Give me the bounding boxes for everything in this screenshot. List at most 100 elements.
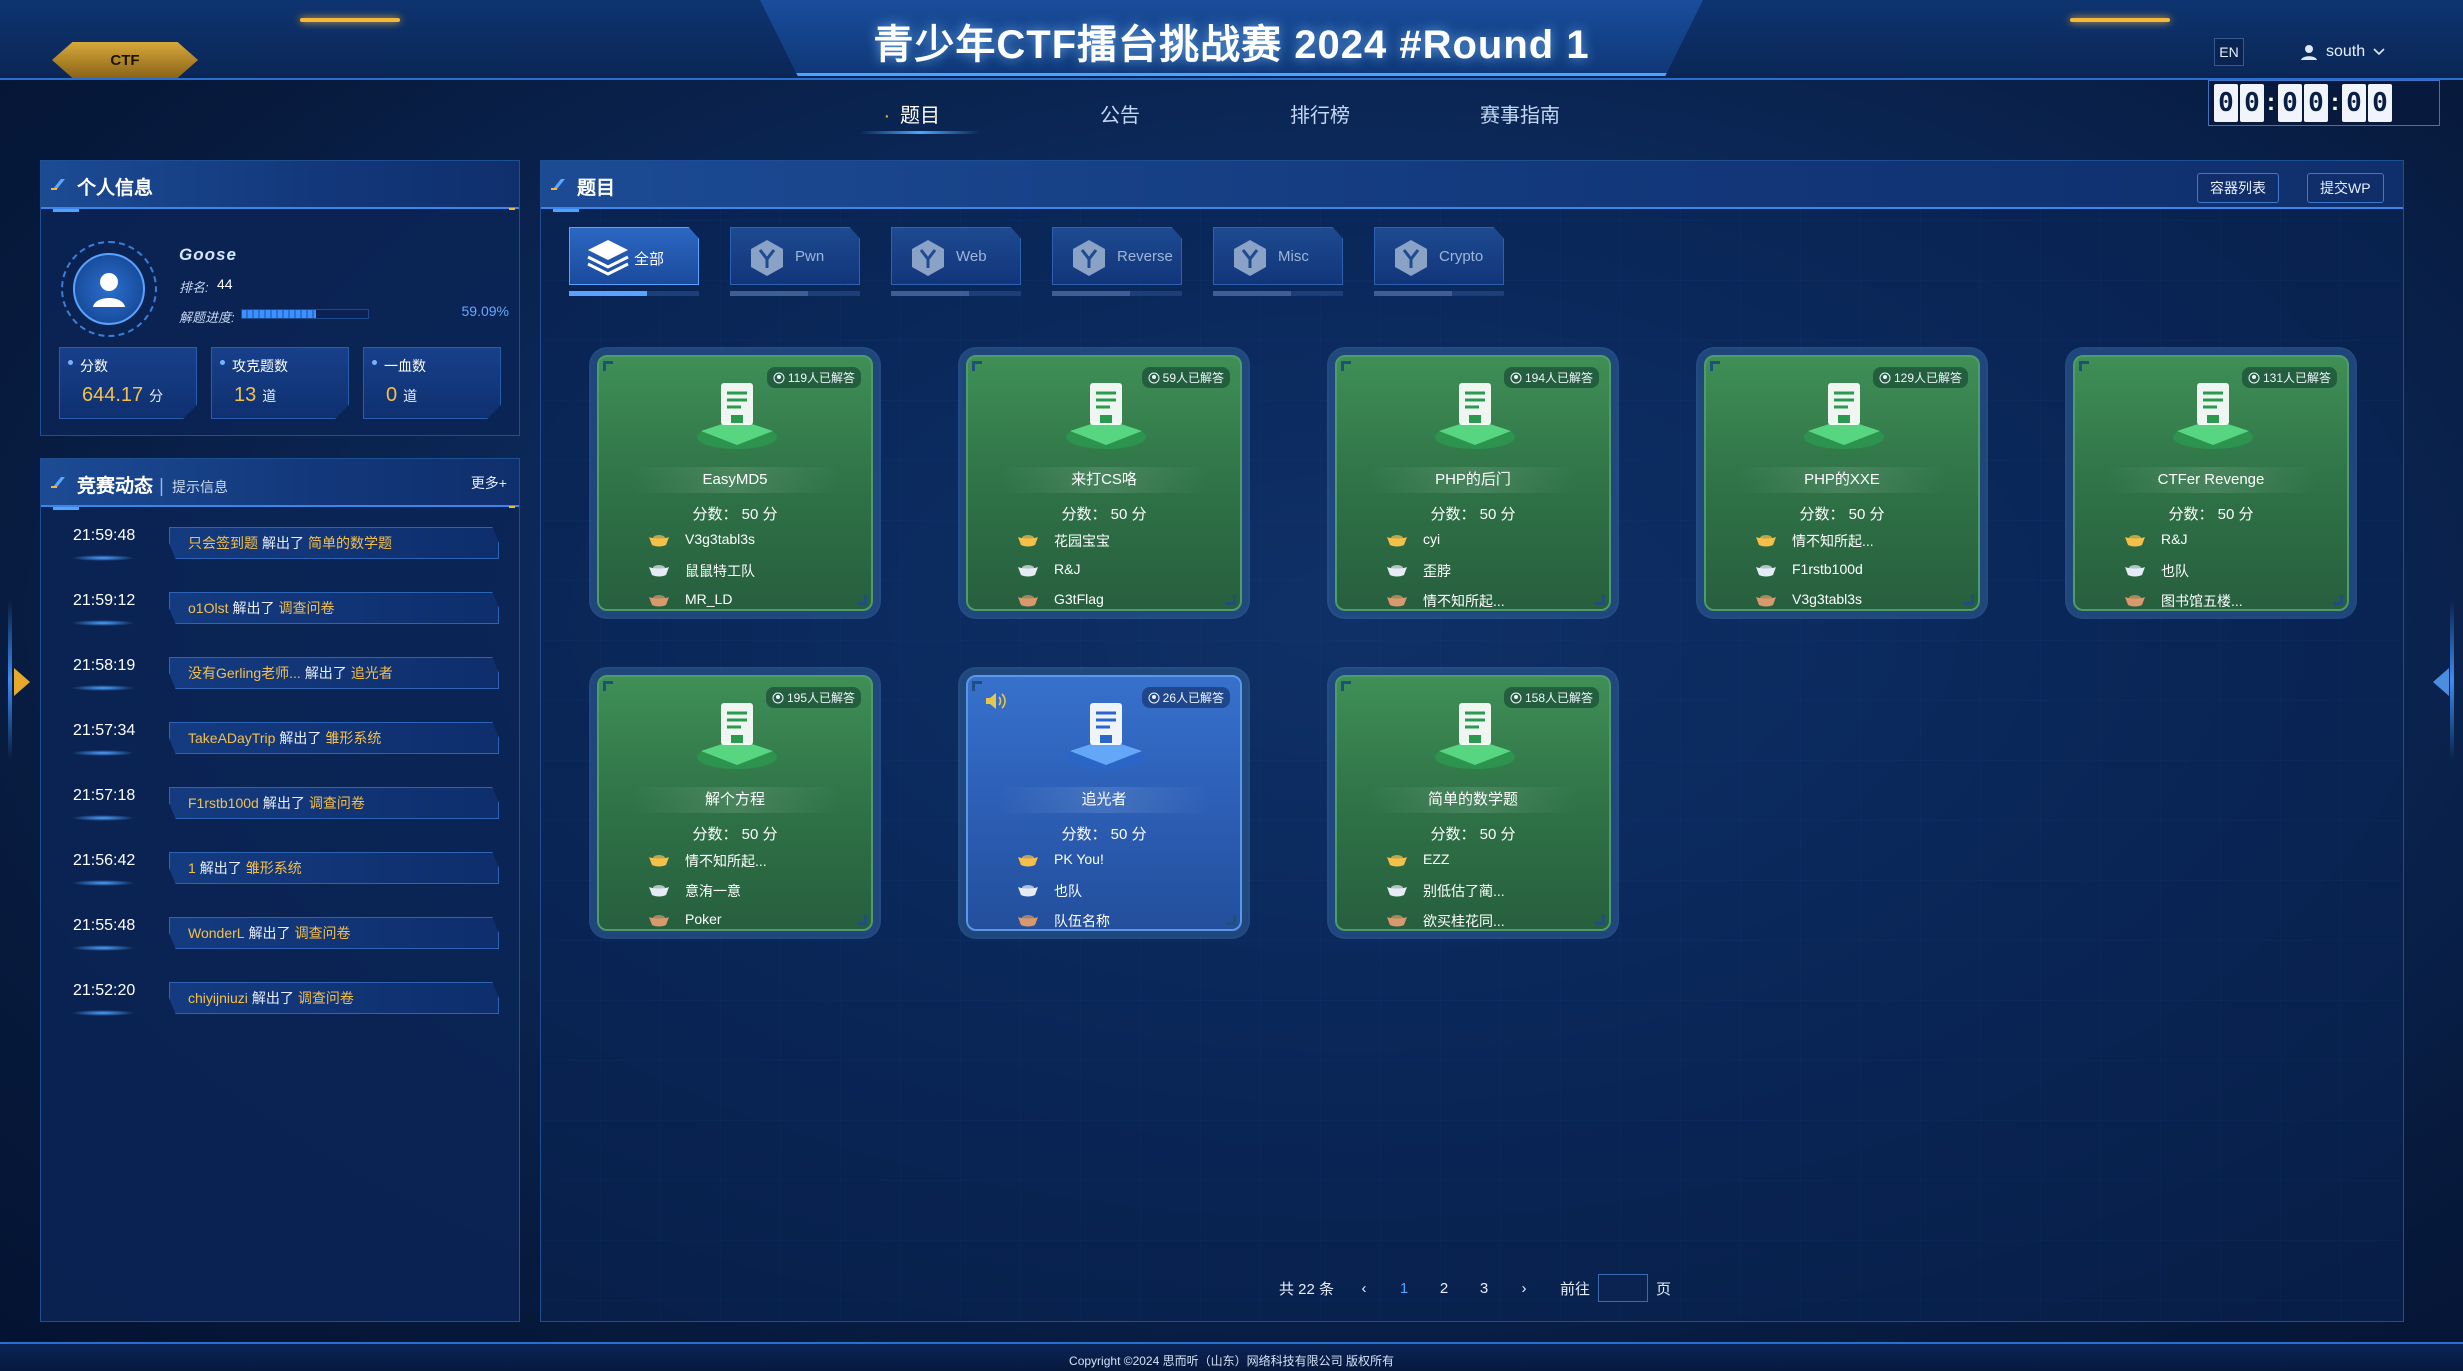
challenge-name: 简单的数学题 <box>1367 787 1579 813</box>
pagination-page[interactable]: 3 <box>1464 1280 1504 1297</box>
top-solver: PK You! <box>1054 851 1104 867</box>
category-hex-icon <box>912 240 944 276</box>
feed-team: 只会签到题 <box>188 535 258 551</box>
top-solver: 也队 <box>2161 563 2189 579</box>
feed-action: 解出了 <box>279 730 322 746</box>
submit-wp-button[interactable]: 提交WP <box>2307 173 2384 203</box>
challenge-card[interactable]: 194人已解答 PHP的后门 分数： 50 分 cyi 歪脖 情不知所起... <box>1335 355 1611 611</box>
pagination-total: 共 22 条 <box>1279 1280 1335 1298</box>
top-solver: V3g3tabl3s <box>1792 591 1863 607</box>
pagination-prev-button[interactable]: ‹ <box>1344 1280 1384 1297</box>
feed-message[interactable]: 没有Gerling老师... 解出了 追光者 <box>169 657 499 689</box>
timer-digit: 0 <box>2278 84 2302 122</box>
tab-reverse[interactable]: Reverse <box>1052 227 1182 285</box>
challenge-score: 分数： 50 分 <box>1430 826 1516 843</box>
top-solver: F1rstb100d <box>1792 561 1863 577</box>
silver-medal-icon <box>1756 565 1776 577</box>
challenge-card[interactable]: 131人已解答 CTFer Revenge 分数： 50 分 R&J 也队 图书馆五楼..… <box>2073 355 2349 611</box>
feed-message[interactable]: o1Olst 解出了 调查问卷 <box>169 592 499 624</box>
feed-message[interactable]: F1rstb100d 解出了 调查问卷 <box>169 787 499 819</box>
feed-time-underline <box>71 945 135 951</box>
stat-label: 攻克题数 <box>232 358 288 374</box>
tab-underline-fill <box>1213 291 1291 296</box>
card-corner <box>2079 361 2089 371</box>
feed-message[interactable]: 只会签到题 解出了 简单的数学题 <box>169 527 499 559</box>
feed-action: 解出了 <box>232 600 275 616</box>
category-hex-icon <box>751 240 783 276</box>
timer-digit: 0 <box>2240 84 2264 122</box>
stat-dot <box>68 360 73 365</box>
chevron-down-icon <box>2373 48 2385 56</box>
tab-pwn[interactable]: Pwn <box>730 227 860 285</box>
nav-tab-leaderboard[interactable]: 排行榜 <box>1220 96 1420 136</box>
nav-tab-announcements[interactable]: 公告 <box>1020 96 1220 136</box>
feed-message[interactable]: chiyijniuzi 解出了 调查问卷 <box>169 982 499 1014</box>
tab-all[interactable]: 全部 <box>569 227 699 285</box>
top-solver: 情不知所起... <box>1792 533 1874 549</box>
tab-label: Reverse <box>1117 248 1173 265</box>
feed-message[interactable]: 1 解出了 雏形系统 <box>169 852 499 884</box>
pagination-page[interactable]: 2 <box>1424 1280 1464 1297</box>
profile-panel-header: 个人信息 <box>41 161 519 212</box>
left-collapse-arrow-icon[interactable] <box>14 668 30 696</box>
challenge-name: CTFer Revenge <box>2105 467 2317 493</box>
tab-crypto[interactable]: Crypto <box>1374 227 1504 285</box>
main-nav: 题目 公告 排行榜 赛事指南 <box>820 96 1620 136</box>
feed-challenge: 雏形系统 <box>245 860 302 876</box>
pagination-goto-input[interactable] <box>1598 1274 1649 1302</box>
bronze-medal-icon <box>1387 595 1407 607</box>
category-hex-icon <box>1395 240 1427 276</box>
right-collapse-arrow-icon[interactable] <box>2433 668 2449 696</box>
silver-medal-icon <box>1387 885 1407 897</box>
timer-colon: : <box>2331 89 2339 116</box>
tab-misc[interactable]: Misc <box>1213 227 1343 285</box>
challenge-card[interactable]: 119人已解答 EasyMD5 分数： 50 分 V3g3tabl3s 鼠鼠特工队 MR_… <box>597 355 873 611</box>
speaker-icon[interactable] <box>984 691 1006 711</box>
progress-bar-fill <box>242 310 317 318</box>
feed-message[interactable]: WonderL 解出了 调查问卷 <box>169 917 499 949</box>
document-icon <box>1066 703 1146 769</box>
challenge-card[interactable]: 195人已解答 解个方程 分数： 50 分情不知所起... 意洧一意 Poker <box>597 675 873 931</box>
tab-underline-fill <box>891 291 969 296</box>
language-toggle-button[interactable]: EN <box>2214 38 2244 66</box>
solved-count: 26人已解答 <box>1162 691 1224 705</box>
document-icon <box>697 703 777 769</box>
container-list-button[interactable]: 容器列表 <box>2197 173 2279 203</box>
top-solver: MR_LD <box>685 591 733 607</box>
top-solver: 也队 <box>1054 883 1082 899</box>
challenge-name: PHP的XXE <box>1736 467 1948 493</box>
feed-action: 解出了 <box>251 990 294 1006</box>
ctf-logo[interactable]: CTF <box>52 42 198 78</box>
stat-number: 644.17 <box>82 384 144 406</box>
challenge-card[interactable]: 59人已解答 来打CS咯 分数： 50 分花园宝宝 R&J G3tFlag <box>966 355 1242 611</box>
challenge-card[interactable]: 129人已解答 PHP的XXE 分数： 50 分情不知所起... F1rstb100d… <box>1704 355 1980 611</box>
avatar[interactable] <box>61 241 157 337</box>
card-corner <box>603 681 613 691</box>
feed-item: 21:56:42 1 解出了 雏形系统 <box>41 852 519 912</box>
challenge-card[interactable]: 158人已解答 简单的数学题 分数： 50 分 EZZ 别低估了蔺... 欲买桂花同... <box>1335 675 1611 931</box>
feed-more-link[interactable]: 更多+ <box>471 473 507 493</box>
stat-unit: 分 <box>149 388 164 404</box>
pagination-next-button[interactable]: › <box>1504 1280 1544 1297</box>
stat-unit: 道 <box>262 388 277 404</box>
nav-tab-challenges[interactable]: 题目 <box>820 96 1020 136</box>
feed-title: 竞赛动态 <box>77 476 154 497</box>
nav-tab-guide[interactable]: 赛事指南 <box>1420 96 1620 136</box>
stat-number: 0 <box>386 384 398 406</box>
feed-message[interactable]: TakeADayTrip 解出了 雏形系统 <box>169 722 499 754</box>
feed-time-underline <box>71 685 135 691</box>
challenge-card[interactable]: 26人已解答 追光者 分数： 50 分 PK You! 也队 队伍名称 <box>966 675 1242 931</box>
top-solver: 情不知所起... <box>1423 593 1505 609</box>
document-icon <box>1066 383 1146 449</box>
username: south <box>2326 43 2366 60</box>
profile-panel: 个人信息 Goose 排名: 44 解题进度: 59.09% 分数 644.17… <box>40 160 520 436</box>
tab-underline-fill <box>1052 291 1130 296</box>
pagination-page[interactable]: 1 <box>1384 1280 1424 1297</box>
feed-item: 21:57:18 F1rstb100d 解出了 调查问卷 <box>41 787 519 847</box>
panel-mark-icon <box>551 179 565 190</box>
feed-action: 解出了 <box>304 665 347 681</box>
tab-web[interactable]: Web <box>891 227 1021 285</box>
challenge-name: 追光者 <box>998 787 1210 813</box>
feed-time-underline <box>71 620 135 626</box>
user-menu[interactable]: south <box>2300 38 2385 66</box>
